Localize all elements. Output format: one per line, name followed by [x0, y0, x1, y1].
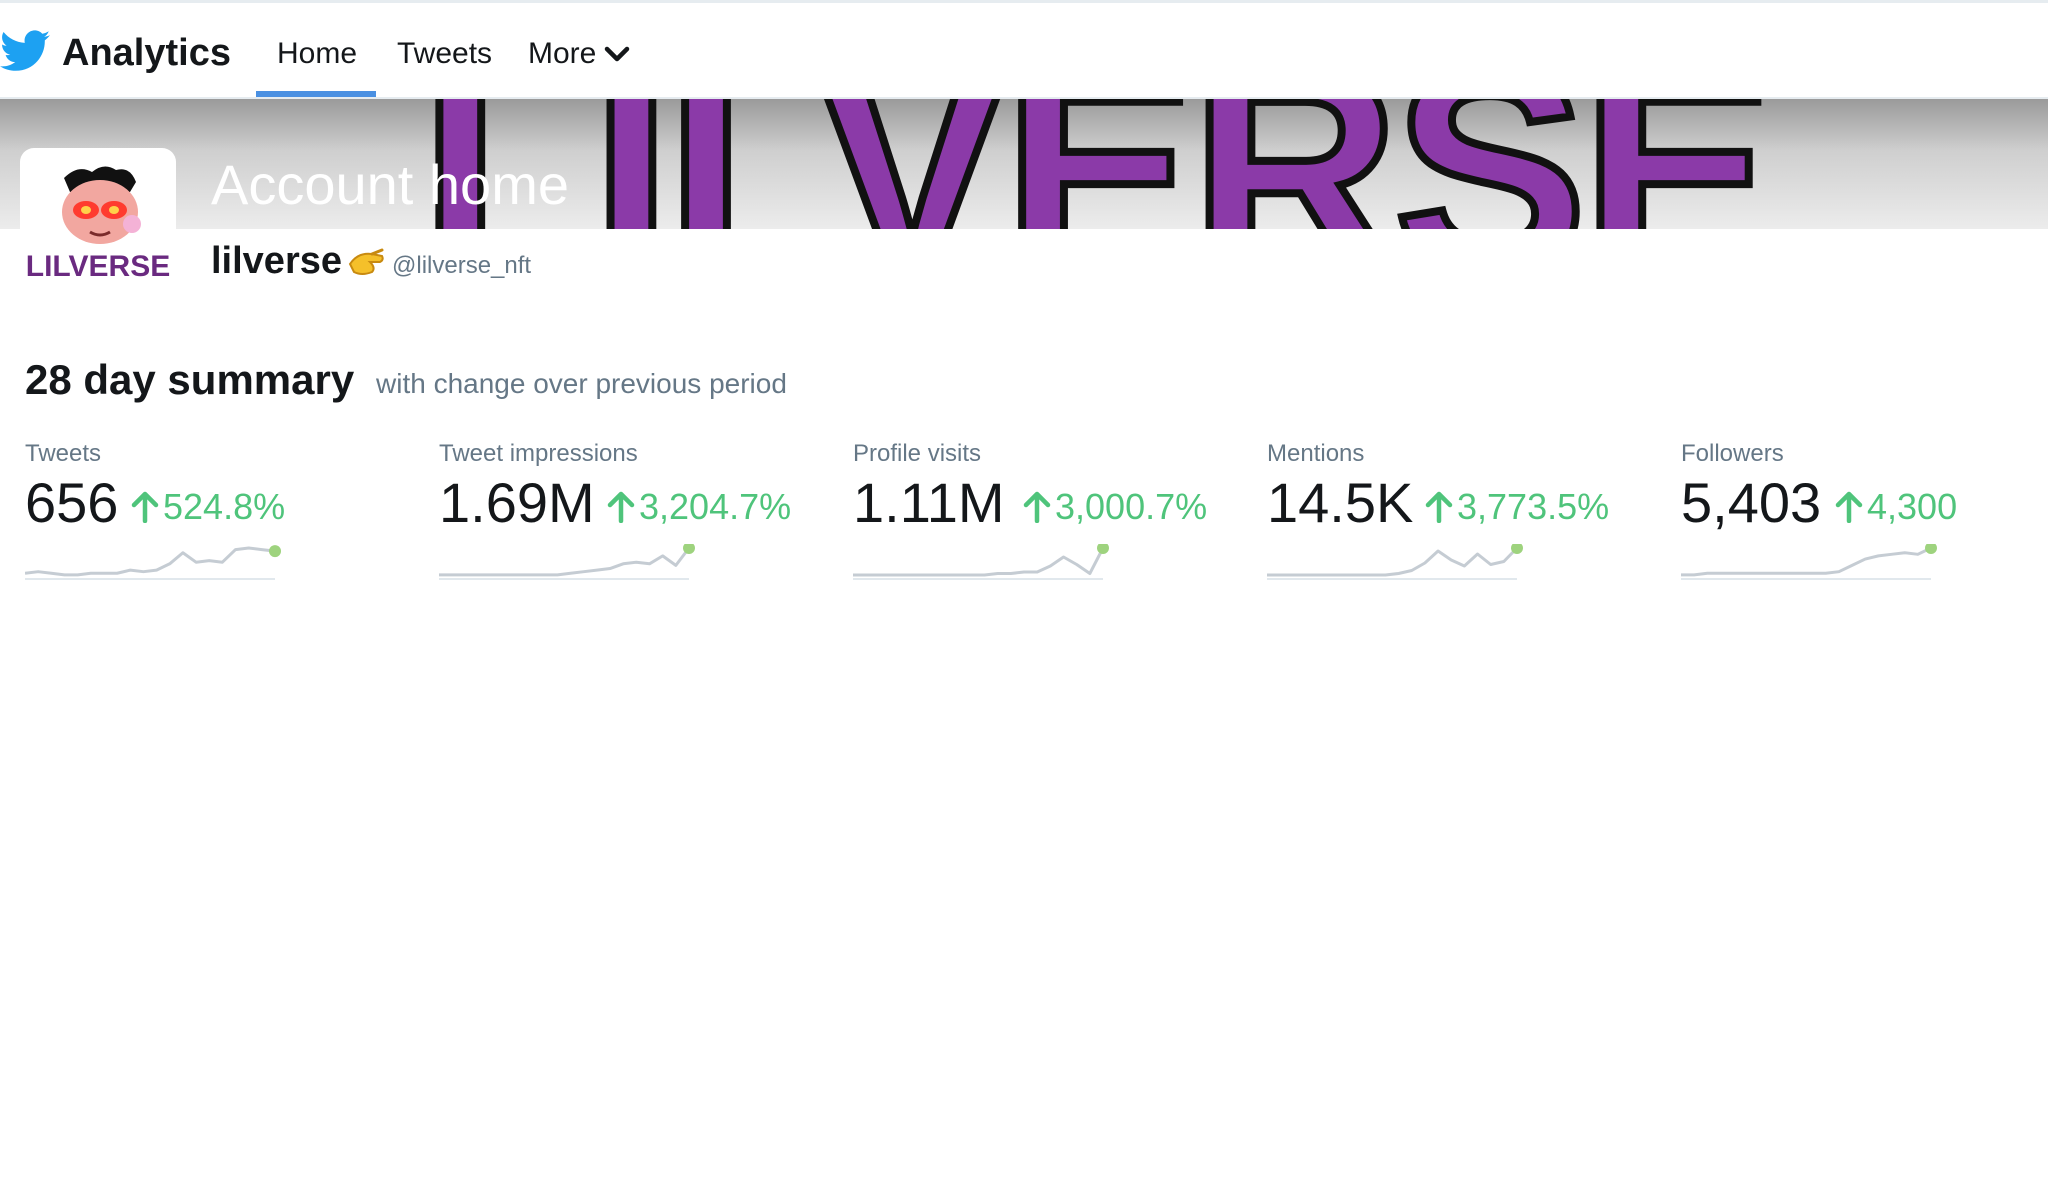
metric-value: 14.5K: [1267, 471, 1414, 534]
brand-title: Analytics: [62, 31, 231, 74]
nav-tab-tweets[interactable]: Tweets: [397, 29, 492, 79]
sparkline-latest-point: [1097, 544, 1109, 554]
metric-mentions[interactable]: Mentions 14.5K 3,773.5%: [1267, 440, 1667, 600]
metric-value: 1.11M: [853, 471, 1005, 534]
avatar-image: LILVERSE: [26, 166, 170, 283]
pinching-hand-icon: [346, 246, 386, 283]
arrow-up-icon: [1425, 491, 1453, 523]
metric-tweets[interactable]: Tweets 656 524.8%: [25, 440, 425, 600]
metric-label: Tweet impressions: [439, 440, 638, 467]
sparkline-trend: [25, 546, 276, 577]
chevron-down-icon: [604, 45, 630, 63]
sparkline: [25, 545, 281, 580]
svg-text:LILVERSE: LILVERSE: [420, 99, 1768, 229]
sparkline-latest-point: [269, 545, 281, 558]
sparkline-latest-point: [1925, 544, 1937, 554]
twitter-bird-icon: [0, 29, 51, 77]
sparkline: [439, 544, 695, 580]
sparkline: [1267, 544, 1523, 580]
sparkline: [853, 544, 1109, 580]
display-name[interactable]: lilverse: [211, 240, 342, 283]
brand[interactable]: Analytics: [0, 25, 231, 81]
nav-tab-more[interactable]: More: [528, 29, 630, 79]
metric-followers[interactable]: Followers 5,403 4,300: [1681, 440, 2048, 600]
sparkline-trend: [853, 547, 1105, 577]
sparkline-trend: [1267, 546, 1519, 577]
metric-change-value: 524.8%: [163, 486, 286, 527]
arrow-up-icon: [1835, 491, 1863, 523]
metric-label: Tweets: [25, 440, 102, 467]
metric-profile-visits[interactable]: Profile visits 1.11M 3,000.7%: [853, 440, 1253, 600]
page-title: Account home: [211, 153, 569, 216]
arrow-up-icon: [1023, 491, 1051, 523]
arrow-up-icon: [607, 491, 635, 523]
sparkline-trend: [439, 547, 691, 577]
metric-value: 656: [25, 471, 119, 534]
navigation-bar: Analytics Home Tweets More: [0, 3, 2048, 99]
metric-change: 3,773.5%: [1425, 486, 1609, 528]
metric-value: 1.69M: [439, 471, 595, 534]
sparkline-trend: [1681, 546, 1932, 577]
metric-change-value: 3,204.7%: [639, 486, 792, 527]
account-handle[interactable]: @lilverse_nft: [392, 252, 531, 280]
avatar[interactable]: LILVERSE: [20, 148, 176, 298]
nav-tab-label: Tweets: [397, 37, 493, 70]
metric-label: Mentions: [1267, 440, 1365, 467]
active-tab-indicator: [256, 91, 376, 97]
metric-change: 3,204.7%: [607, 486, 791, 528]
svg-text:LILVERSE: LILVERSE: [26, 250, 170, 283]
metric-value: 5,403: [1681, 471, 1822, 534]
metric-label: Followers: [1681, 440, 1784, 467]
summary-subtitle: with change over previous period: [376, 368, 787, 399]
metric-change-value: 4,300: [1867, 486, 1958, 527]
metric-change: 4,300: [1835, 486, 1957, 528]
metric-change-value: 3,773.5%: [1457, 486, 1610, 527]
arrow-up-icon: [131, 491, 159, 523]
metric-change: 3,000.7%: [1023, 486, 1207, 528]
metric-label: Profile visits: [853, 440, 982, 467]
summary-title: 28 day summary: [25, 356, 355, 403]
nav-tab-home[interactable]: Home: [277, 29, 357, 79]
sparkline: [1681, 544, 1937, 580]
metric-change: 524.8%: [131, 486, 285, 528]
nav-tab-label: Home: [277, 37, 358, 70]
metric-tweet-impressions[interactable]: Tweet impressions 1.69M 3,204.7%: [439, 440, 839, 600]
nav-tab-label: More: [528, 37, 597, 70]
metric-change-value: 3,000.7%: [1055, 486, 1208, 527]
